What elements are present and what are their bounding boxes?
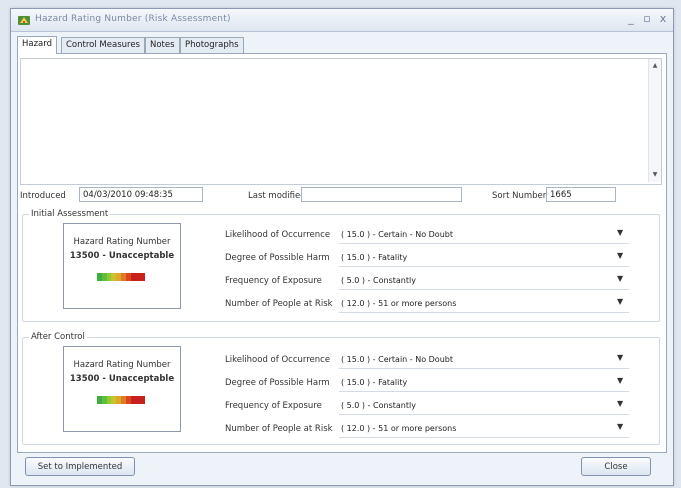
chevron-down-icon[interactable]: ▼	[617, 399, 623, 408]
minimize-button[interactable]: _	[623, 12, 639, 26]
initial-harm-select[interactable]: ( 15.0 ) - Fatality	[339, 250, 629, 267]
people-label: Number of People at Risk	[225, 424, 333, 434]
frequency-label: Frequency of Exposure	[225, 401, 322, 411]
harm-label: Degree of Possible Harm	[225, 253, 330, 263]
scroll-up-icon[interactable]: ▲	[649, 61, 661, 71]
after-control-group: After Control Hazard Rating Number 13500…	[22, 332, 660, 445]
after-people-select[interactable]: ( 12.0 ) - 51 or more persons	[339, 421, 629, 438]
chevron-down-icon[interactable]: ▼	[617, 274, 623, 283]
after-rating-value: 13500 - Unacceptable	[69, 374, 175, 384]
people-label: Number of People at Risk	[225, 299, 333, 309]
hazard-panel: ▲ ▼ Introduced 04/03/2010 09:48:35 Last …	[17, 53, 667, 453]
app-icon	[18, 16, 30, 25]
window-title: Hazard Rating Number (Risk Assessment)	[35, 14, 231, 24]
after-frequency-row: Frequency of Exposure ( 5.0 ) - Constant…	[225, 398, 635, 416]
tab-hazard[interactable]: Hazard	[17, 36, 58, 54]
after-frequency-select[interactable]: ( 5.0 ) - Constantly	[339, 398, 629, 415]
initial-likelihood-row: Likelihood of Occurrence ( 15.0 ) - Cert…	[225, 227, 635, 245]
after-likelihood-row: Likelihood of Occurrence ( 15.0 ) - Cert…	[225, 352, 635, 370]
initial-rating-box: Hazard Rating Number 13500 - Unacceptabl…	[63, 223, 181, 309]
initial-risk-meter	[97, 273, 145, 281]
after-likelihood-select[interactable]: ( 15.0 ) - Certain - No Doubt	[339, 352, 629, 369]
after-risk-meter	[97, 396, 145, 404]
after-rating-title: Hazard Rating Number	[73, 360, 171, 370]
chevron-down-icon[interactable]: ▼	[617, 297, 623, 306]
title-bar: Hazard Rating Number (Risk Assessment) _…	[11, 9, 673, 32]
after-control-title: After Control	[29, 332, 87, 342]
chevron-down-icon[interactable]: ▼	[617, 251, 623, 260]
initial-people-select[interactable]: ( 12.0 ) - 51 or more persons	[339, 296, 629, 313]
risk-meter-segment	[140, 396, 145, 404]
initial-rating-title: Hazard Rating Number	[73, 237, 171, 247]
initial-frequency-row: Frequency of Exposure ( 5.0 ) - Constant…	[225, 273, 635, 291]
close-button[interactable]: Close	[581, 457, 651, 476]
likelihood-label: Likelihood of Occurrence	[225, 355, 331, 365]
initial-frequency-select[interactable]: ( 5.0 ) - Constantly	[339, 273, 629, 290]
risk-meter-segment	[140, 273, 145, 281]
after-harm-row: Degree of Possible Harm ( 15.0 ) - Fatal…	[225, 375, 635, 393]
tab-photographs[interactable]: Photographs	[180, 37, 244, 53]
after-harm-select[interactable]: ( 15.0 ) - Fatality	[339, 375, 629, 392]
last-modified-label: Last modified	[248, 191, 306, 201]
tab-notes[interactable]: Notes	[145, 37, 180, 53]
last-modified-field[interactable]	[301, 187, 462, 202]
hazard-description-textarea[interactable]	[20, 58, 662, 185]
introduced-label: Introduced	[20, 191, 66, 201]
likelihood-label: Likelihood of Occurrence	[225, 230, 331, 240]
after-people-row: Number of People at Risk ( 12.0 ) - 51 o…	[225, 421, 635, 439]
chevron-down-icon[interactable]: ▼	[617, 228, 623, 237]
close-window-button[interactable]: x	[655, 12, 671, 26]
introduced-field[interactable]: 04/03/2010 09:48:35	[79, 187, 203, 202]
initial-assessment-group: Initial Assessment Hazard Rating Number …	[22, 209, 660, 322]
scroll-down-icon[interactable]: ▼	[649, 170, 661, 180]
initial-people-row: Number of People at Risk ( 12.0 ) - 51 o…	[225, 296, 635, 314]
chevron-down-icon[interactable]: ▼	[617, 376, 623, 385]
harm-label: Degree of Possible Harm	[225, 378, 330, 388]
sort-number-field[interactable]: 1665	[546, 187, 616, 202]
initial-assessment-title: Initial Assessment	[29, 209, 111, 219]
sort-number-label: Sort Number	[492, 191, 547, 201]
chevron-down-icon[interactable]: ▼	[617, 353, 623, 362]
description-scrollbar[interactable]: ▲ ▼	[648, 59, 661, 182]
tab-control-measures[interactable]: Control Measures	[61, 37, 145, 53]
initial-likelihood-select[interactable]: ( 15.0 ) - Certain - No Doubt	[339, 227, 629, 244]
after-rating-box: Hazard Rating Number 13500 - Unacceptabl…	[63, 346, 181, 432]
maximize-button[interactable]: ▫	[639, 12, 655, 26]
risk-assessment-window: Hazard Rating Number (Risk Assessment) _…	[10, 8, 674, 486]
initial-rating-value: 13500 - Unacceptable	[69, 251, 175, 261]
chevron-down-icon[interactable]: ▼	[617, 422, 623, 431]
frequency-label: Frequency of Exposure	[225, 276, 322, 286]
initial-harm-row: Degree of Possible Harm ( 15.0 ) - Fatal…	[225, 250, 635, 268]
set-to-implemented-button[interactable]: Set to Implemented	[25, 457, 135, 476]
